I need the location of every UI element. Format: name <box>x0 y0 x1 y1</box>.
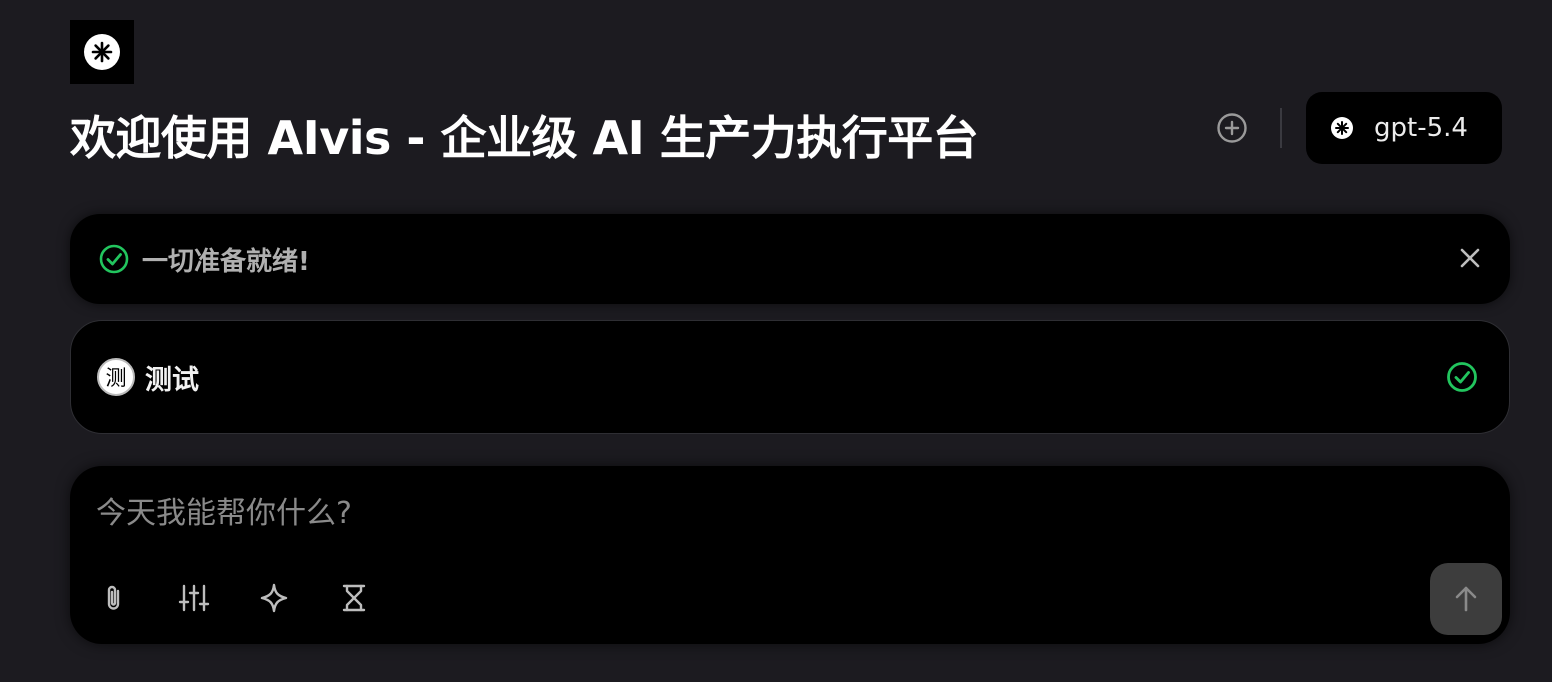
attach-file-button[interactable] <box>96 580 132 616</box>
sparkle-icon <box>260 583 288 613</box>
send-button[interactable] <box>1430 563 1502 635</box>
message-input[interactable] <box>96 488 1396 538</box>
message-composer <box>70 466 1510 644</box>
page-title: 欢迎使用 AIvis - 企业级 AI 生产力执行平台 <box>70 111 979 165</box>
settings-sliders-button[interactable] <box>176 580 212 616</box>
scheduled-task-button[interactable] <box>336 580 372 616</box>
check-circle-icon <box>1447 362 1477 392</box>
agent-name: 测试 <box>145 364 199 396</box>
app-logo <box>70 20 134 84</box>
agent-avatar: 测 <box>97 358 135 396</box>
asterisk-logo-icon <box>84 34 120 70</box>
header-divider <box>1280 108 1282 148</box>
check-circle-icon <box>99 244 129 274</box>
model-name: gpt-5.4 <box>1374 113 1468 143</box>
agent-card[interactable]: 测 测试 <box>70 320 1510 434</box>
plus-circle-icon <box>1217 113 1247 143</box>
dismiss-status-button[interactable] <box>1456 244 1484 272</box>
enhance-prompt-button[interactable] <box>256 580 292 616</box>
arrow-up-icon <box>1455 586 1477 612</box>
new-chat-button[interactable] <box>1214 110 1250 146</box>
status-message: 一切准备就绪! <box>142 246 310 277</box>
status-banner: 一切准备就绪! <box>70 214 1510 304</box>
hourglass-icon <box>342 584 366 612</box>
paperclip-icon <box>107 585 120 610</box>
sliders-icon <box>178 584 210 612</box>
model-selector-button[interactable]: gpt-5.4 <box>1306 92 1502 164</box>
close-icon <box>1460 248 1480 268</box>
openai-logo-icon <box>1331 117 1353 139</box>
